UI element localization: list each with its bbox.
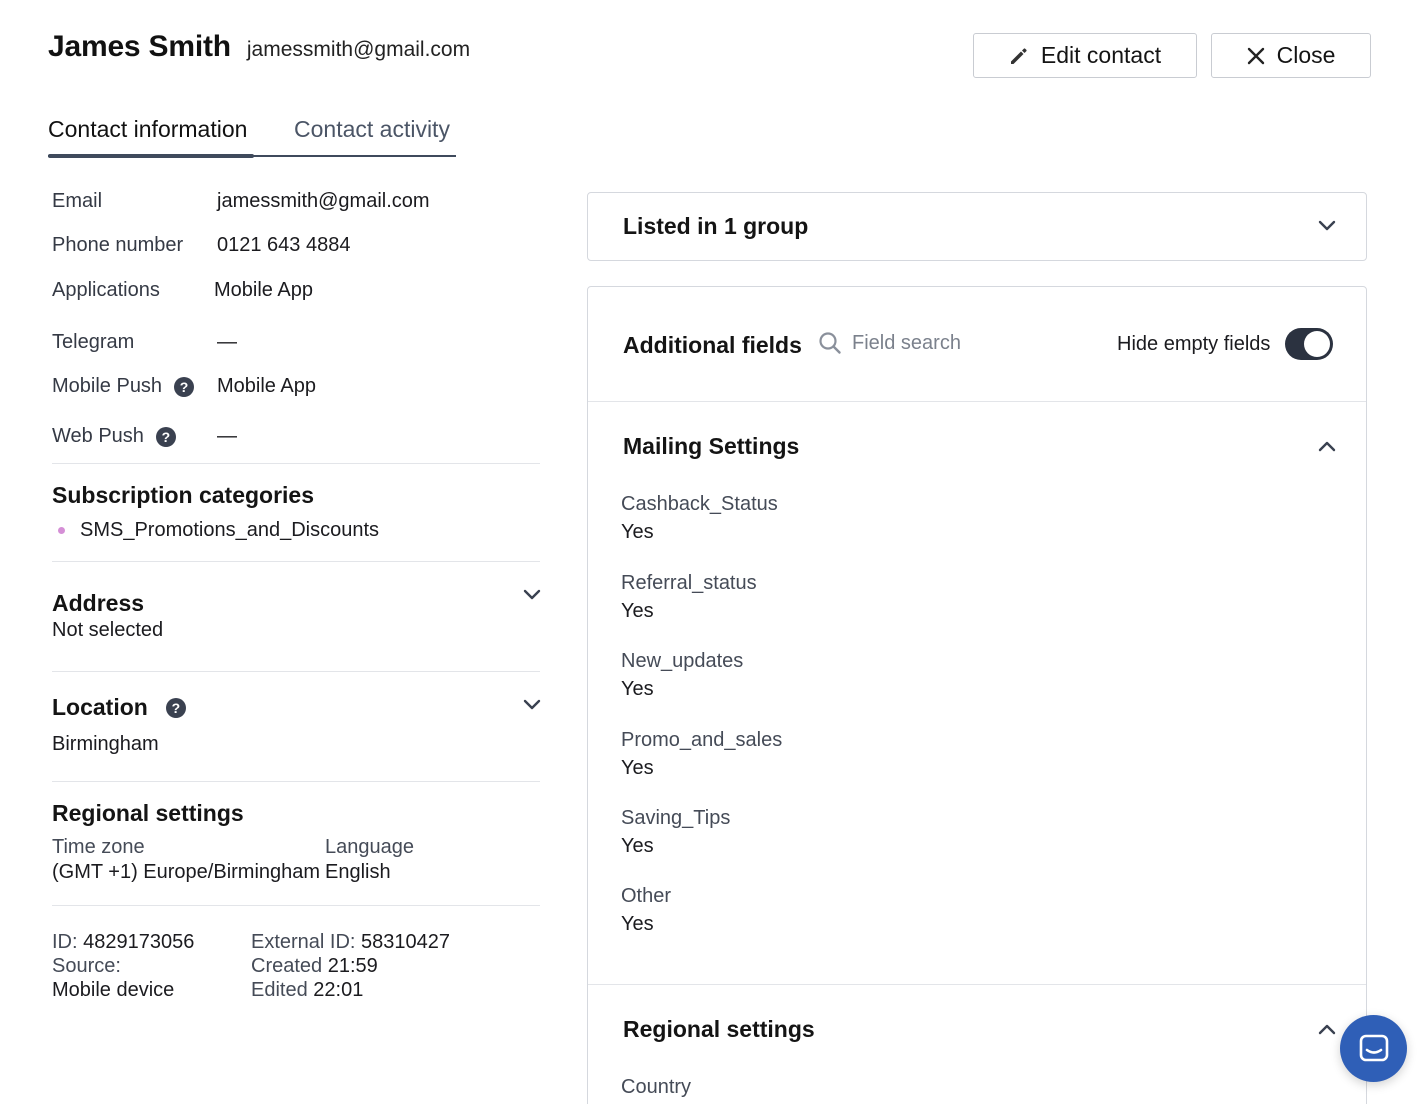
field-label: Country (621, 1076, 692, 1098)
divider (588, 984, 1366, 985)
divider (588, 401, 1366, 402)
mobile-push-value: Mobile App (217, 375, 316, 397)
edited-value: 22:01 (313, 979, 364, 1001)
phone-label: Phone number (52, 234, 184, 256)
applications-value: Mobile App (214, 279, 313, 301)
id-label: ID: (52, 931, 78, 953)
tab-bar: Contact information Contact activity (48, 112, 456, 158)
chevron-up-icon[interactable] (1316, 437, 1338, 455)
address-title: Address (52, 590, 145, 616)
external-id-label: External ID: (251, 931, 356, 953)
close-label: Close (1276, 42, 1336, 68)
chat-launcher-button[interactable] (1340, 1015, 1407, 1082)
chevron-down-icon[interactable] (522, 586, 542, 604)
edit-contact-button[interactable]: Edit contact (973, 33, 1197, 78)
mobile-push-label: Mobile Push (52, 375, 163, 397)
divider (52, 781, 540, 782)
field-label: Cashback_Status (621, 493, 778, 515)
search-icon (819, 332, 841, 354)
field-value: Yes (621, 757, 654, 779)
telegram-label: Telegram (52, 331, 135, 353)
address-value: Not selected (52, 619, 164, 641)
chevron-down-icon[interactable] (1316, 217, 1338, 235)
toggle-knob (1304, 331, 1330, 357)
chevron-down-icon[interactable] (522, 696, 542, 714)
divider (52, 463, 540, 464)
applications-label: Applications (52, 279, 160, 301)
divider (52, 561, 540, 562)
active-tab-indicator (48, 154, 254, 158)
field-label: Other (621, 885, 672, 907)
language-label: Language (325, 836, 414, 858)
subscription-item-label: SMS_Promotions_and_Discounts (80, 519, 380, 541)
help-icon[interactable]: ? (174, 376, 195, 397)
timezone-label: Time zone (52, 836, 145, 858)
mobile-push-row-label: Mobile Push ? (52, 375, 195, 398)
edited-label: Edited (251, 979, 308, 1001)
field-search (818, 331, 1052, 355)
web-push-value: — (217, 425, 237, 447)
external-id-value: 58310427 (361, 931, 451, 953)
location-value: Birmingham (52, 733, 159, 755)
subscription-item: SMS_Promotions_and_Discounts (58, 519, 379, 542)
pencil-icon (1010, 47, 1027, 64)
edited-time: Edited 22:01 (251, 979, 363, 1002)
id-value: 4829173056 (83, 931, 195, 953)
field-value: Yes (621, 521, 654, 543)
chat-icon (1359, 1034, 1388, 1061)
mailing-settings-title: Mailing Settings (623, 433, 800, 459)
field-label: Saving_Tips (621, 807, 731, 829)
close-icon (1247, 47, 1264, 64)
telegram-value: — (217, 331, 237, 353)
field-label: Referral_status (621, 572, 757, 594)
contact-header: James Smith jamessmith@gmail.com (48, 30, 470, 64)
created-label: Created (251, 955, 323, 977)
hide-empty-toggle[interactable] (1285, 328, 1333, 360)
email-value: jamessmith@gmail.com (217, 190, 430, 212)
tab-contact-information[interactable]: Contact information (48, 116, 247, 143)
close-button[interactable]: Close (1211, 33, 1371, 78)
tab-contact-activity[interactable]: Contact activity (294, 116, 450, 143)
divider (52, 671, 540, 672)
contact-id: ID: 4829173056 (52, 931, 194, 954)
subscription-title: Subscription categories (52, 482, 315, 508)
field-label: New_updates (621, 650, 744, 672)
regional-fields-title: Regional settings (623, 1016, 815, 1042)
edit-contact-label: Edit contact (1040, 42, 1162, 68)
field-value: Yes (621, 913, 654, 935)
timezone-value: (GMT +1) Europe/Birmingham (52, 861, 321, 883)
field-value: Yes (621, 600, 654, 622)
field-value: Yes (621, 835, 654, 857)
phone-value: 0121 643 4884 (217, 234, 351, 256)
regional-settings-title: Regional settings (52, 800, 244, 826)
divider (52, 905, 540, 906)
field-label: Promo_and_sales (621, 729, 783, 751)
location-title: Location (52, 694, 148, 720)
groups-title: Listed in 1 group (623, 213, 809, 239)
contact-header-email: jamessmith@gmail.com (246, 38, 471, 61)
created-value: 21:59 (327, 955, 378, 977)
location-title-row: Location ? (52, 694, 186, 721)
help-icon[interactable]: ? (165, 697, 186, 718)
web-push-row-label: Web Push ? (52, 425, 176, 448)
help-icon[interactable]: ? (155, 426, 176, 447)
email-label: Email (52, 190, 103, 212)
external-id: External ID: 58310427 (251, 931, 450, 954)
additional-fields-card: Additional fields Hide empty fields Mail… (587, 286, 1367, 1104)
groups-card[interactable]: Listed in 1 group (587, 192, 1367, 261)
source-label: Source: (52, 955, 121, 977)
additional-fields-title: Additional fields (623, 332, 802, 358)
web-push-label: Web Push (52, 425, 144, 447)
language-value: English (325, 861, 391, 883)
hide-empty-label: Hide empty fields (1117, 333, 1271, 355)
contact-name: James Smith (48, 30, 231, 63)
field-value: Yes (621, 678, 654, 700)
created-time: Created 21:59 (251, 955, 378, 978)
source-value: Mobile device (52, 979, 175, 1001)
field-search-input[interactable] (852, 331, 1052, 355)
chevron-up-icon[interactable] (1316, 1020, 1338, 1038)
bullet-dot (58, 527, 65, 534)
